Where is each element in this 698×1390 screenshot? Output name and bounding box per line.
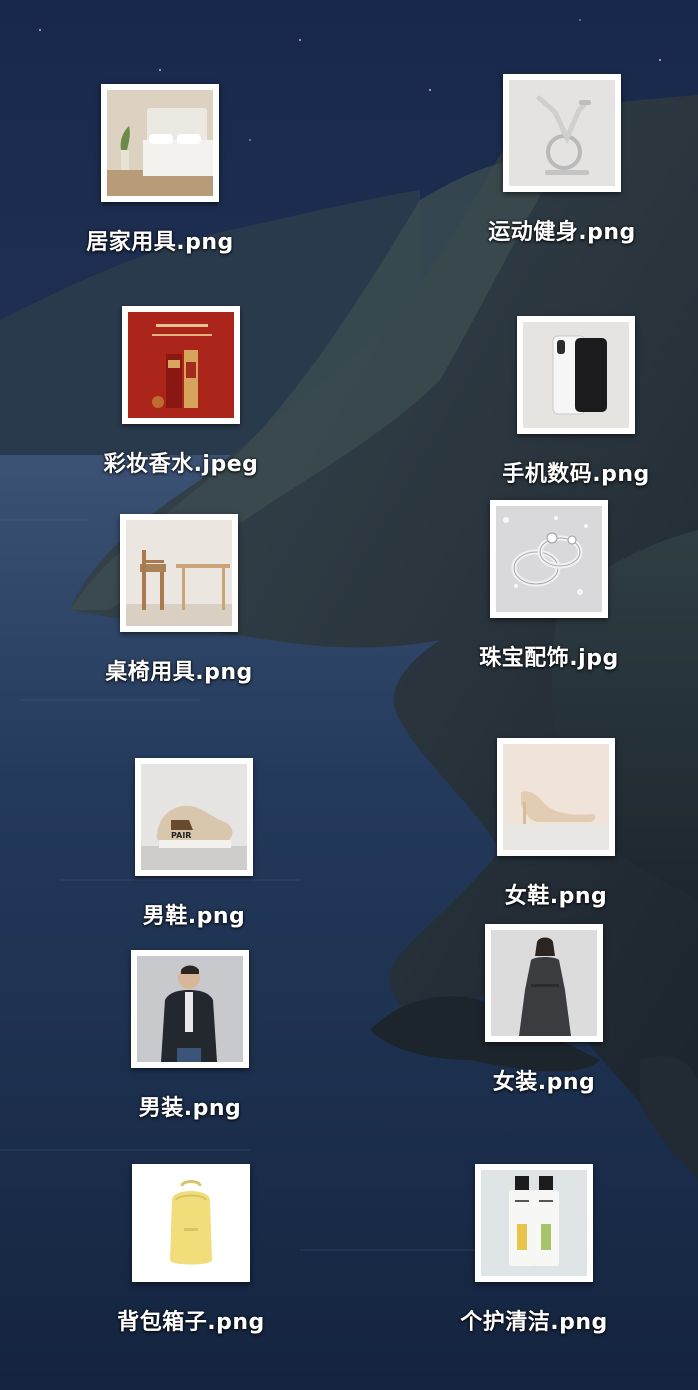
desktop-icon-womens-shoes[interactable]: 女鞋.png	[436, 738, 676, 910]
rings-thumbnail-icon	[490, 500, 608, 618]
desktop-icon-fitness[interactable]: 运动健身.png	[442, 74, 682, 246]
lotion-bottles-thumbnail-icon	[475, 1164, 593, 1282]
desktop-icon-label: 男装.png	[138, 1096, 242, 1121]
desktop-icon-label: 手机数码.png	[502, 462, 650, 487]
smartphone-thumbnail-icon	[517, 316, 635, 434]
desktop-icon-label: 女装.png	[492, 1070, 596, 1095]
desktop-icon-label: 女鞋.png	[504, 884, 608, 909]
high-heel-thumbnail-icon	[497, 738, 615, 856]
desktop-icon-jewelry[interactable]: 珠宝配饰.jpg	[429, 500, 669, 672]
menswear-thumbnail-icon	[131, 950, 249, 1068]
desktop-icon-label: 珠宝配饰.jpg	[479, 646, 619, 671]
desktop-icon-label: 桌椅用具.png	[105, 660, 253, 685]
desktop-icon-bags[interactable]: 背包箱子.png	[71, 1164, 311, 1336]
desktop-icon-personal-care[interactable]: 个护清洁.png	[414, 1164, 654, 1336]
desktop-icon-label: 居家用具.png	[86, 230, 234, 255]
backpack-thumbnail-icon	[132, 1164, 250, 1282]
sneaker-thumbnail-icon: PAIR	[135, 758, 253, 876]
desktop-icon-home-goods[interactable]: 居家用具.png	[40, 84, 280, 256]
desktop-icon-digital[interactable]: 手机数码.png	[456, 316, 696, 488]
desktop-icon-label: 背包箱子.png	[117, 1310, 265, 1335]
desktop-icon-mens-shoes[interactable]: PAIR 男鞋.png	[74, 758, 314, 930]
bed-thumbnail-icon	[101, 84, 219, 202]
desktop-icon-label: 运动健身.png	[488, 220, 636, 245]
lipstick-thumbnail-icon	[122, 306, 240, 424]
desktop-icon-womenswear[interactable]: 女装.png	[424, 924, 664, 1096]
desktop-icon-label: 个护清洁.png	[460, 1310, 608, 1335]
desktop-icon-furniture[interactable]: 桌椅用具.png	[59, 514, 299, 686]
desktop-icon-label: 男鞋.png	[142, 904, 246, 929]
exercise-bike-thumbnail-icon	[503, 74, 621, 192]
dress-thumbnail-icon	[485, 924, 603, 1042]
svg-text:PAIR: PAIR	[171, 831, 191, 840]
desktop: 居家用具.png 运动健身.png 彩妆香水.jpeg 手机数码.png 桌椅用…	[0, 0, 698, 1390]
desktop-icon-label: 彩妆香水.jpeg	[103, 452, 259, 477]
desktop-icon-cosmetics[interactable]: 彩妆香水.jpeg	[61, 306, 301, 478]
table-chair-thumbnail-icon	[120, 514, 238, 632]
desktop-icon-menswear[interactable]: 男装.png	[70, 950, 310, 1122]
